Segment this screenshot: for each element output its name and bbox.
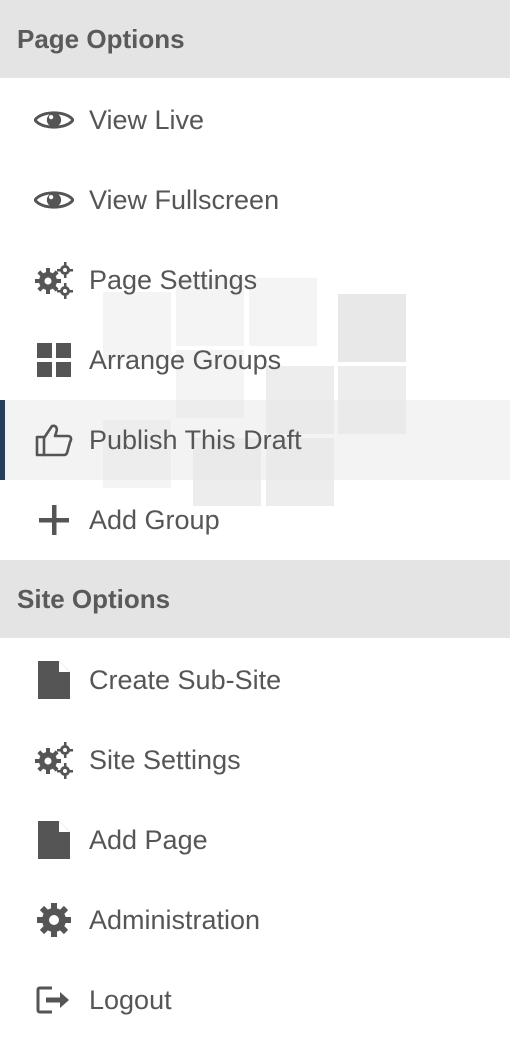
menu-item-view-live[interactable]: View Live xyxy=(0,80,510,160)
gear-icon xyxy=(34,900,74,940)
menu-item-label: Add Page xyxy=(89,824,208,855)
page-options-header: Page Options xyxy=(0,0,510,78)
menu-item-label: Logout xyxy=(89,984,172,1015)
menu-item-logout[interactable]: Logout xyxy=(0,960,510,1040)
menu-item-add-page[interactable]: Add Page xyxy=(0,800,510,880)
menu-item-label: Create Sub-Site xyxy=(89,664,282,695)
eye-icon xyxy=(34,100,74,140)
file-icon xyxy=(34,660,74,700)
menu-item-publish-draft[interactable]: Publish This Draft xyxy=(0,400,510,480)
menu-item-administration[interactable]: Administration xyxy=(0,880,510,960)
menu-item-label: Site Settings xyxy=(89,744,241,775)
plus-icon xyxy=(34,500,74,540)
menu-item-add-group[interactable]: Add Group xyxy=(0,480,510,560)
menu-item-arrange-groups[interactable]: Arrange Groups xyxy=(0,320,510,400)
file-icon xyxy=(34,820,74,860)
menu-item-label: Add Group xyxy=(89,504,220,535)
menu-item-label: View Fullscreen xyxy=(89,184,280,215)
gears-icon xyxy=(34,260,74,300)
site-options-header: Site Options xyxy=(0,560,510,638)
menu-item-view-fullscreen[interactable]: View Fullscreen xyxy=(0,160,510,240)
logout-icon xyxy=(34,980,74,1020)
menu-item-page-settings[interactable]: Page Settings xyxy=(0,240,510,320)
page-options-title: Page Options xyxy=(17,23,185,54)
eye-icon xyxy=(34,180,74,220)
menu-item-label: View Live xyxy=(89,104,205,135)
site-options-title: Site Options xyxy=(17,583,171,614)
gears-icon xyxy=(34,740,74,780)
menu-item-label: Publish This Draft xyxy=(89,424,302,455)
menu-item-label: Arrange Groups xyxy=(89,344,282,375)
menu-item-label: Administration xyxy=(89,904,261,935)
menu-item-create-sub-site[interactable]: Create Sub-Site xyxy=(0,640,510,720)
menu-item-site-settings[interactable]: Site Settings xyxy=(0,720,510,800)
options-menu: Page Options View Live View Fullscreen P… xyxy=(0,0,510,1040)
thumbs-up-icon xyxy=(34,420,74,460)
menu-item-label: Page Settings xyxy=(89,264,258,295)
grid-icon xyxy=(34,340,74,380)
